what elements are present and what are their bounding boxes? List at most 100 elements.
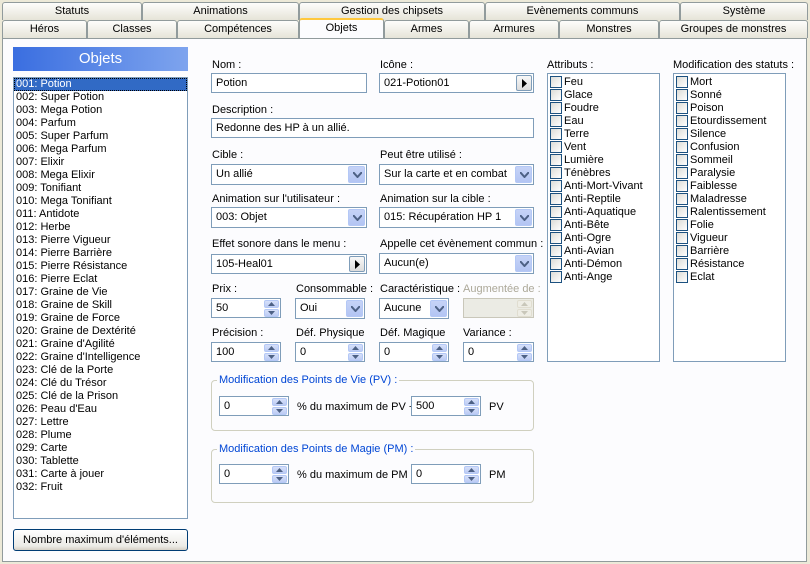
spin-up-icon[interactable] [464, 398, 479, 406]
checkbox[interactable] [676, 115, 688, 127]
usage-select[interactable]: Sur la carte et en combat [379, 164, 534, 185]
spin-up-icon[interactable] [264, 344, 279, 352]
conso-select[interactable]: Oui [295, 298, 365, 319]
list-item[interactable]: 003: Mega Potion [14, 104, 187, 117]
description-field[interactable]: Redonne des HP à un allié. [211, 118, 534, 138]
states-checkbox-row[interactable]: Eclat [674, 271, 785, 284]
checkbox[interactable] [676, 102, 688, 114]
checkbox[interactable] [550, 258, 562, 270]
prix-spinner[interactable]: 50 [211, 298, 281, 318]
tab-classes[interactable]: Classes [87, 20, 177, 38]
states-checkbox-row[interactable]: Ralentissement [674, 206, 785, 219]
anim-target-select[interactable]: 015: Récupération HP 1 [379, 207, 534, 228]
spin-up-icon[interactable] [272, 398, 287, 406]
spin-down-icon[interactable] [517, 353, 532, 361]
states-checkbox-row[interactable]: Mort [674, 76, 785, 89]
tab-statuts[interactable]: Statuts [2, 2, 142, 20]
attributes-checkbox-row[interactable]: Terre [548, 128, 659, 141]
checkbox[interactable] [550, 167, 562, 179]
precision-spinner[interactable]: 100 [211, 342, 281, 362]
states-checkbox-row[interactable]: Etourdissement [674, 115, 785, 128]
attributes-checkbox-row[interactable]: Foudre [548, 102, 659, 115]
attributes-checkbox-row[interactable]: Ténèbres [548, 167, 659, 180]
carac-select[interactable]: Aucune [379, 298, 449, 319]
spin-down-icon[interactable] [272, 475, 287, 483]
defp-spinner[interactable]: 0 [295, 342, 365, 362]
states-checkbox-row[interactable]: Résistance [674, 258, 785, 271]
cible-select[interactable]: Un allié [211, 164, 367, 185]
list-item[interactable]: 017: Graine de Vie [14, 286, 187, 299]
checkbox[interactable] [676, 206, 688, 218]
spin-up-icon[interactable] [348, 344, 363, 352]
checkbox[interactable] [676, 154, 688, 166]
list-item[interactable]: 025: Clé de la Prison [14, 390, 187, 403]
spin-down-icon[interactable] [432, 353, 447, 361]
pm-flat-spinner[interactable]: 0 [411, 464, 481, 484]
list-item[interactable]: 014: Pierre Barrière [14, 247, 187, 260]
list-item[interactable]: 026: Peau d'Eau [14, 403, 187, 416]
list-item[interactable]: 002: Super Potion [14, 91, 187, 104]
states-checkbox-row[interactable]: Folie [674, 219, 785, 232]
states-checkbox-row[interactable]: Vigueur [674, 232, 785, 245]
states-checkbox-row[interactable]: Poison [674, 102, 785, 115]
list-item[interactable]: 013: Pierre Vigueur [14, 234, 187, 247]
attributes-checkbox-row[interactable]: Feu [548, 76, 659, 89]
event-select[interactable]: Aucun(e) [379, 253, 534, 274]
checkbox[interactable] [550, 128, 562, 140]
list-item[interactable]: 010: Mega Tonifiant [14, 195, 187, 208]
attributes-checkbox-row[interactable]: Glace [548, 89, 659, 102]
attributes-checkbox-row[interactable]: Eau [548, 115, 659, 128]
list-item[interactable]: 021: Graine d'Agilité [14, 338, 187, 351]
tab-systeme[interactable]: Système [680, 2, 808, 20]
list-item[interactable]: 001: Potion [14, 78, 187, 91]
list-item[interactable]: 008: Mega Elixir [14, 169, 187, 182]
list-item[interactable]: 012: Herbe [14, 221, 187, 234]
tab-objets[interactable]: Objets [299, 18, 384, 38]
chevron-down-icon[interactable] [430, 300, 447, 317]
icone-field[interactable]: 021-Potion01 [379, 73, 534, 93]
max-elements-button[interactable]: Nombre maximum d'éléments... [13, 529, 188, 551]
checkbox[interactable] [550, 180, 562, 192]
list-item[interactable]: 018: Graine de Skill [14, 299, 187, 312]
pm-percent-spinner[interactable]: 0 [219, 464, 289, 484]
checkbox[interactable] [676, 232, 688, 244]
icone-browse-button[interactable] [516, 75, 532, 91]
list-item[interactable]: 023: Clé de la Porte [14, 364, 187, 377]
list-item[interactable]: 015: Pierre Résistance [14, 260, 187, 273]
list-item[interactable]: 019: Graine de Force [14, 312, 187, 325]
states-checkbox-row[interactable]: Sonné [674, 89, 785, 102]
spin-up-icon[interactable] [517, 344, 532, 352]
list-item[interactable]: 024: Clé du Trésor [14, 377, 187, 390]
attributes-checkbox-row[interactable]: Anti-Reptile [548, 193, 659, 206]
checkbox[interactable] [676, 271, 688, 283]
spin-up-icon[interactable] [464, 466, 479, 474]
tab-heros[interactable]: Héros [2, 20, 87, 38]
pv-flat-spinner[interactable]: 500 [411, 396, 481, 416]
defm-spinner[interactable]: 0 [379, 342, 449, 362]
spin-up-icon[interactable] [264, 300, 279, 308]
checkbox[interactable] [550, 154, 562, 166]
attributes-checkbox-row[interactable]: Vent [548, 141, 659, 154]
list-item[interactable]: 032: Fruit [14, 481, 187, 494]
states-checkbox-row[interactable]: Faiblesse [674, 180, 785, 193]
attributes-checkbox-row[interactable]: Anti-Ange [548, 271, 659, 284]
tab-competences[interactable]: Compétences [177, 20, 299, 38]
attributes-checkbox-row[interactable]: Anti-Ogre [548, 232, 659, 245]
sound-browse-button[interactable] [349, 256, 365, 272]
checkbox[interactable] [676, 76, 688, 88]
checkbox[interactable] [676, 89, 688, 101]
spin-down-icon[interactable] [264, 309, 279, 317]
attributes-checkbox-row[interactable]: Anti-Mort-Vivant [548, 180, 659, 193]
spin-down-icon[interactable] [272, 407, 287, 415]
checkbox[interactable] [550, 102, 562, 114]
checkbox[interactable] [676, 245, 688, 257]
sound-field[interactable]: 105-Heal01 [211, 254, 367, 274]
states-checkbox-row[interactable]: Sommeil [674, 154, 785, 167]
chevron-down-icon[interactable] [515, 166, 532, 183]
attributes-checkbox-row[interactable]: Anti-Avian [548, 245, 659, 258]
checkbox[interactable] [550, 245, 562, 257]
states-checkbox-row[interactable]: Maladresse [674, 193, 785, 206]
nom-field[interactable]: Potion [211, 73, 367, 93]
list-item[interactable]: 031: Carte à jouer [14, 468, 187, 481]
spin-down-icon[interactable] [264, 353, 279, 361]
